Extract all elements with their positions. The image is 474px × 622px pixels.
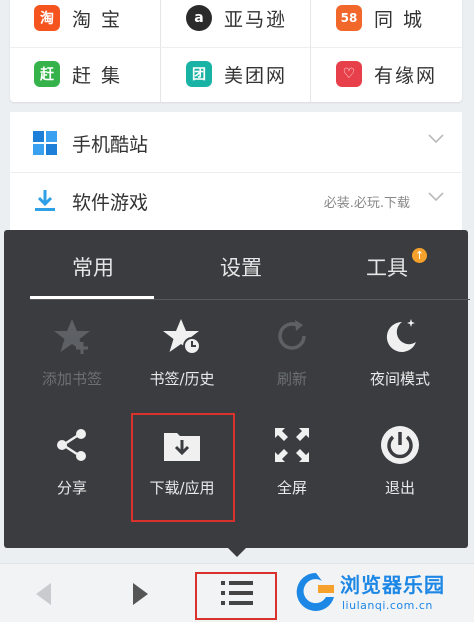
menu-item-bookmarks-history[interactable]: 书签/历史 — [127, 316, 237, 412]
site-taobao[interactable]: 淘 淘 宝 — [34, 0, 122, 38]
menu-pointer-arrow — [228, 548, 246, 557]
watermark: 浏览器乐园 liulanqi.com.cn — [294, 567, 472, 619]
share-icon — [57, 429, 86, 461]
site-label: 赶 集 — [72, 64, 123, 87]
grid-icon — [33, 131, 57, 155]
site-ganji[interactable]: 赶 赶 集 — [34, 54, 122, 94]
ganji-logo-icon: 赶 — [34, 61, 60, 87]
star-clock-icon — [163, 319, 201, 355]
site-label: 有缘网 — [374, 64, 438, 87]
menu-item-add-bookmark[interactable]: 添加书签 — [17, 316, 127, 412]
watermark-title: 浏览器乐园 — [340, 573, 445, 597]
forward-icon[interactable] — [132, 582, 150, 606]
menu-item-night-mode[interactable]: 夜间模式 — [345, 316, 455, 412]
menu-item-exit[interactable]: 退出 — [345, 425, 455, 521]
chevron-down-icon[interactable] — [428, 134, 444, 144]
tab-settings[interactable]: 设置 — [166, 244, 316, 292]
taobao-logo-icon: 淘 — [34, 5, 60, 31]
site-amazon[interactable]: a 亚马逊 — [186, 0, 287, 38]
divider — [310, 0, 311, 102]
menu-item-label: 退出 — [384, 479, 415, 497]
site-label: 亚马逊 — [224, 8, 288, 31]
tab-tools[interactable]: 工具 — [312, 244, 462, 292]
menu-item-label: 分享 — [56, 479, 87, 497]
list-item-label: 手机酷站 — [72, 133, 149, 156]
power-icon — [381, 426, 419, 464]
moon-icon — [386, 319, 416, 352]
menu-item-label: 刷新 — [276, 370, 307, 388]
category-list: 手机酷站 软件游戏 必装.必玩.下载 — [10, 112, 462, 234]
active-tab-indicator — [30, 296, 154, 299]
chevron-down-icon[interactable] — [428, 192, 444, 202]
new-badge-icon: ↑ — [412, 248, 427, 263]
amazon-logo-icon: a — [186, 5, 212, 31]
site-label: 美团网 — [224, 64, 288, 87]
back-icon[interactable] — [34, 582, 52, 606]
refresh-icon — [278, 320, 306, 350]
list-item-software-games[interactable]: 软件游戏 必装.必玩.下载 — [10, 172, 462, 230]
watermark-url: liulanqi.com.cn — [342, 599, 433, 612]
site-shortcuts-card: 淘 淘 宝 a 亚马逊 58 同 城 赶 赶 集 团 美团网 ♡ 有缘网 — [10, 0, 462, 102]
menu-item-share[interactable]: 分享 — [17, 425, 127, 521]
list-item-label: 软件游戏 — [72, 191, 149, 214]
list-item-subtitle: 必装.必玩.下载 — [323, 195, 410, 211]
menu-item-refresh[interactable]: 刷新 — [237, 316, 347, 412]
menu-item-label: 添加书签 — [41, 370, 102, 388]
menu-item-fullscreen[interactable]: 全屏 — [237, 425, 347, 521]
download-arrow-icon — [35, 190, 55, 211]
tab-common[interactable]: 常用 — [18, 244, 168, 292]
58-logo-icon: 58 — [336, 5, 362, 31]
watermark-logo-icon — [296, 572, 334, 611]
meituan-logo-icon: 团 — [186, 61, 212, 87]
youyuan-logo-icon: ♡ — [336, 61, 362, 87]
divider — [10, 47, 462, 48]
menu-item-label: 书签/历史 — [149, 370, 215, 388]
tab-divider — [30, 299, 470, 300]
highlight-box-download — [131, 413, 235, 522]
star-add-icon — [54, 319, 90, 354]
menu-item-label: 全屏 — [276, 479, 307, 497]
highlight-box-menu-button — [195, 572, 277, 620]
site-label: 淘 宝 — [72, 8, 123, 31]
fullscreen-icon — [275, 428, 309, 462]
site-58-tongcheng[interactable]: 58 同 城 — [336, 0, 424, 38]
menu-item-label: 夜间模式 — [369, 370, 430, 388]
list-item-mobile-sites[interactable]: 手机酷站 — [10, 114, 462, 172]
site-meituan[interactable]: 团 美团网 — [186, 54, 287, 94]
divider — [160, 0, 161, 102]
site-youyuan[interactable]: ♡ 有缘网 — [336, 54, 437, 94]
site-label: 同 城 — [374, 8, 425, 31]
